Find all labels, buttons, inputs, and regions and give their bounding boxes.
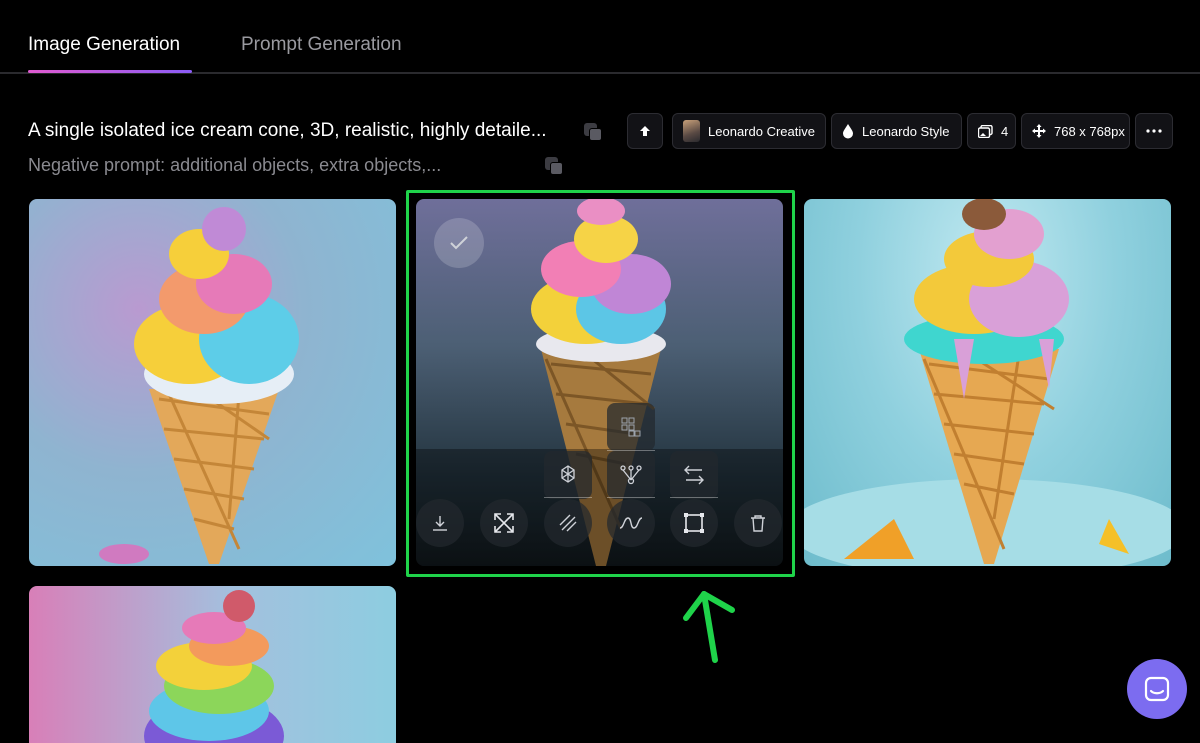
download-icon [433,516,447,531]
size-selector[interactable]: 768 x 768px [1021,113,1130,149]
copy-prompt-icon[interactable] [584,123,604,143]
delete-button[interactable] [734,499,782,547]
crop-frame-icon [684,513,704,533]
image-card-3[interactable] [804,199,1171,566]
tab-bar: Image Generation Prompt Generation [0,0,1200,74]
style-label: Leonardo Style [862,123,950,139]
upscale-button[interactable] [480,499,528,547]
annotation-arrow-icon [683,591,735,663]
swap-arrows-icon [684,465,704,485]
pixel-tool-button[interactable] [607,403,655,451]
chat-button[interactable] [1127,659,1187,719]
canvas-edit-button[interactable] [670,499,718,547]
download-button[interactable] [416,499,464,547]
image-card-4[interactable] [29,586,396,743]
model-label: Leonardo Creative [708,123,815,139]
copy-negative-prompt-icon[interactable] [545,157,565,177]
active-tab-indicator [28,70,192,73]
check-icon [450,236,468,250]
remove-background-button[interactable] [544,499,592,547]
tool-divider [544,497,592,498]
wave-icon [619,517,643,529]
expand-icon [494,513,514,533]
drop-icon [843,123,853,138]
tab-prompt-generation[interactable]: Prompt Generation [241,34,402,56]
image-card-1[interactable] [29,199,396,566]
more-horizontal-icon [1146,129,1162,133]
negative-prompt-text: Negative prompt: additional objects, ext… [28,155,442,175]
image-count-selector[interactable]: 4 [967,113,1016,149]
style-selector[interactable]: Leonardo Style [831,113,962,149]
images-icon [978,124,993,138]
trash-icon [751,515,765,532]
ice-cream-image [804,199,1171,566]
ice-cream-image [144,590,284,743]
chat-icon [1144,676,1170,702]
arrow-up-icon [640,126,650,136]
remove-background-icon [559,514,577,532]
move-icon [1032,124,1046,138]
select-checkbox[interactable] [434,218,484,268]
alchemy-tool-button[interactable] [544,451,592,499]
model-selector[interactable]: Leonardo Creative [672,113,826,149]
upload-button[interactable] [627,113,663,149]
prompt-text: A single isolated ice cream cone, 3D, re… [28,120,547,141]
tool-divider [670,497,718,498]
size-label: 768 x 768px [1054,123,1125,139]
swap-tool-button[interactable] [670,451,718,499]
model-avatar [683,120,701,142]
variations-tool-button[interactable] [607,451,655,499]
grid-icon [621,417,641,437]
nodes-icon [620,465,642,485]
motion-button[interactable] [607,499,655,547]
image-count-label: 4 [1001,123,1009,139]
hexagon-icon [561,465,575,483]
tab-image-generation[interactable]: Image Generation [28,34,180,56]
tool-divider [607,497,655,498]
more-options-button[interactable] [1135,113,1173,149]
ice-cream-image [99,207,299,564]
